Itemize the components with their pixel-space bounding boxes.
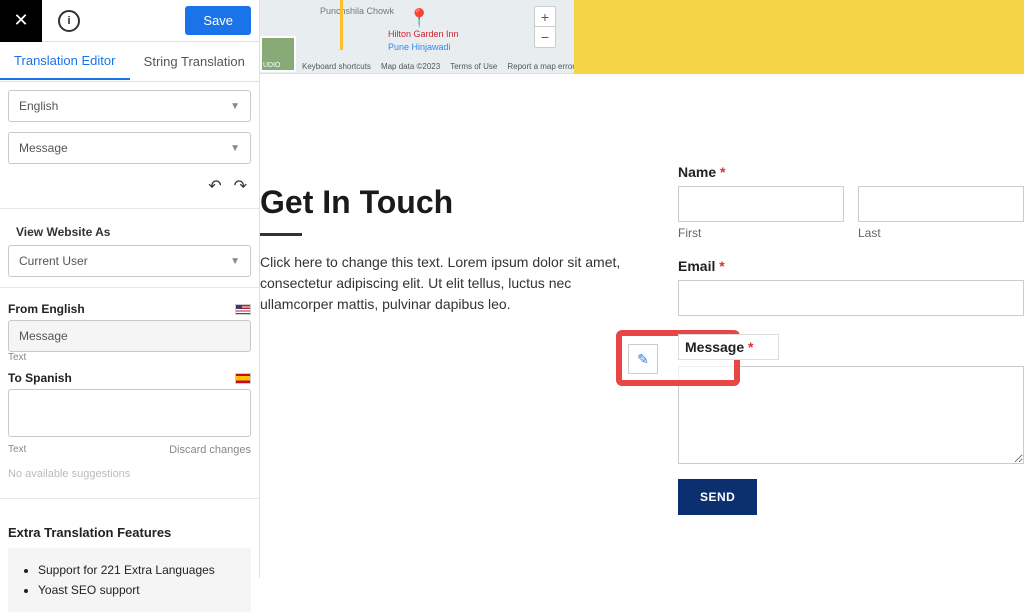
send-button[interactable]: SEND [678,479,757,515]
map-preview[interactable]: UDIO Punchshila Chowk 📍 Hilton Garden In… [260,0,1024,74]
message-label[interactable]: Message * [678,334,779,360]
translation-input[interactable] [8,389,251,437]
map-pin-icon: 📍 [408,8,430,29]
no-suggestions-text: No available suggestions [8,456,251,492]
language-select[interactable]: English ▼ [8,90,251,122]
map-place-label: Punchshila Chowk [320,6,394,16]
email-label: Email * [678,258,1024,274]
view-as-value: Current User [19,254,88,268]
from-language-label: From English [8,302,85,316]
target-type-label: Text [8,444,26,456]
required-asterisk: * [748,339,753,355]
close-icon: ✕ [13,10,28,31]
map-hotel-label: Hilton Garden Inn [388,30,459,40]
tab-string-translation[interactable]: String Translation [130,44,260,79]
info-icon[interactable]: i [58,10,80,32]
source-type-label: Text [8,352,251,363]
last-name-sublabel: Last [858,226,1024,240]
map-satellite-thumb[interactable]: UDIO [260,36,296,72]
chevron-down-icon: ▼ [230,101,240,112]
redo-icon[interactable]: ↷ [234,176,247,196]
edit-translation-icon[interactable]: ✎ [628,344,658,374]
view-as-label: View Website As [8,215,251,245]
discard-changes-link[interactable]: Discard changes [169,444,251,456]
flag-es-icon [235,373,251,384]
required-asterisk: * [719,258,724,274]
required-asterisk: * [720,164,725,180]
view-as-select[interactable]: Current User ▼ [8,245,251,277]
map-report-link[interactable]: Report a map error [507,62,575,71]
map-zoom-in[interactable]: + [535,7,555,27]
source-text-input [8,320,251,352]
page-title: Get In Touch [260,184,640,221]
item-select[interactable]: Message ▼ [8,132,251,164]
map-data-label: Map data ©2023 [381,62,440,71]
flag-us-icon [235,304,251,315]
extra-feature-item: Support for 221 Extra Languages [38,560,237,580]
map-road [340,0,343,50]
map-zoom-out[interactable]: − [535,27,555,47]
last-name-input[interactable] [858,186,1024,222]
name-label: Name * [678,164,1024,180]
intro-paragraph[interactable]: Click here to change this text. Lorem ip… [260,252,640,315]
tab-translation-editor[interactable]: Translation Editor [0,43,130,80]
save-button[interactable]: Save [185,6,251,35]
chevron-down-icon: ▼ [230,143,240,154]
chevron-down-icon: ▼ [230,256,240,267]
language-select-value: English [19,99,58,113]
heading-underline [260,233,302,236]
first-name-sublabel: First [678,226,844,240]
close-button[interactable]: ✕ [0,0,42,42]
extra-features-card: Support for 221 Extra Languages Yoast SE… [8,548,251,612]
map-terms-link[interactable]: Terms of Use [450,62,497,71]
extra-features-title: Extra Translation Features [0,513,259,548]
email-input[interactable] [678,280,1024,316]
map-hotel-sublabel: Pune Hinjawadi [388,42,451,52]
extra-feature-item: Yoast SEO support [38,580,237,600]
item-select-value: Message [19,141,68,155]
map-kb-shortcuts[interactable]: Keyboard shortcuts [302,62,371,71]
first-name-input[interactable] [678,186,844,222]
to-language-label: To Spanish [8,371,72,385]
undo-icon[interactable]: ↶ [208,176,221,196]
yellow-banner [574,0,1024,74]
